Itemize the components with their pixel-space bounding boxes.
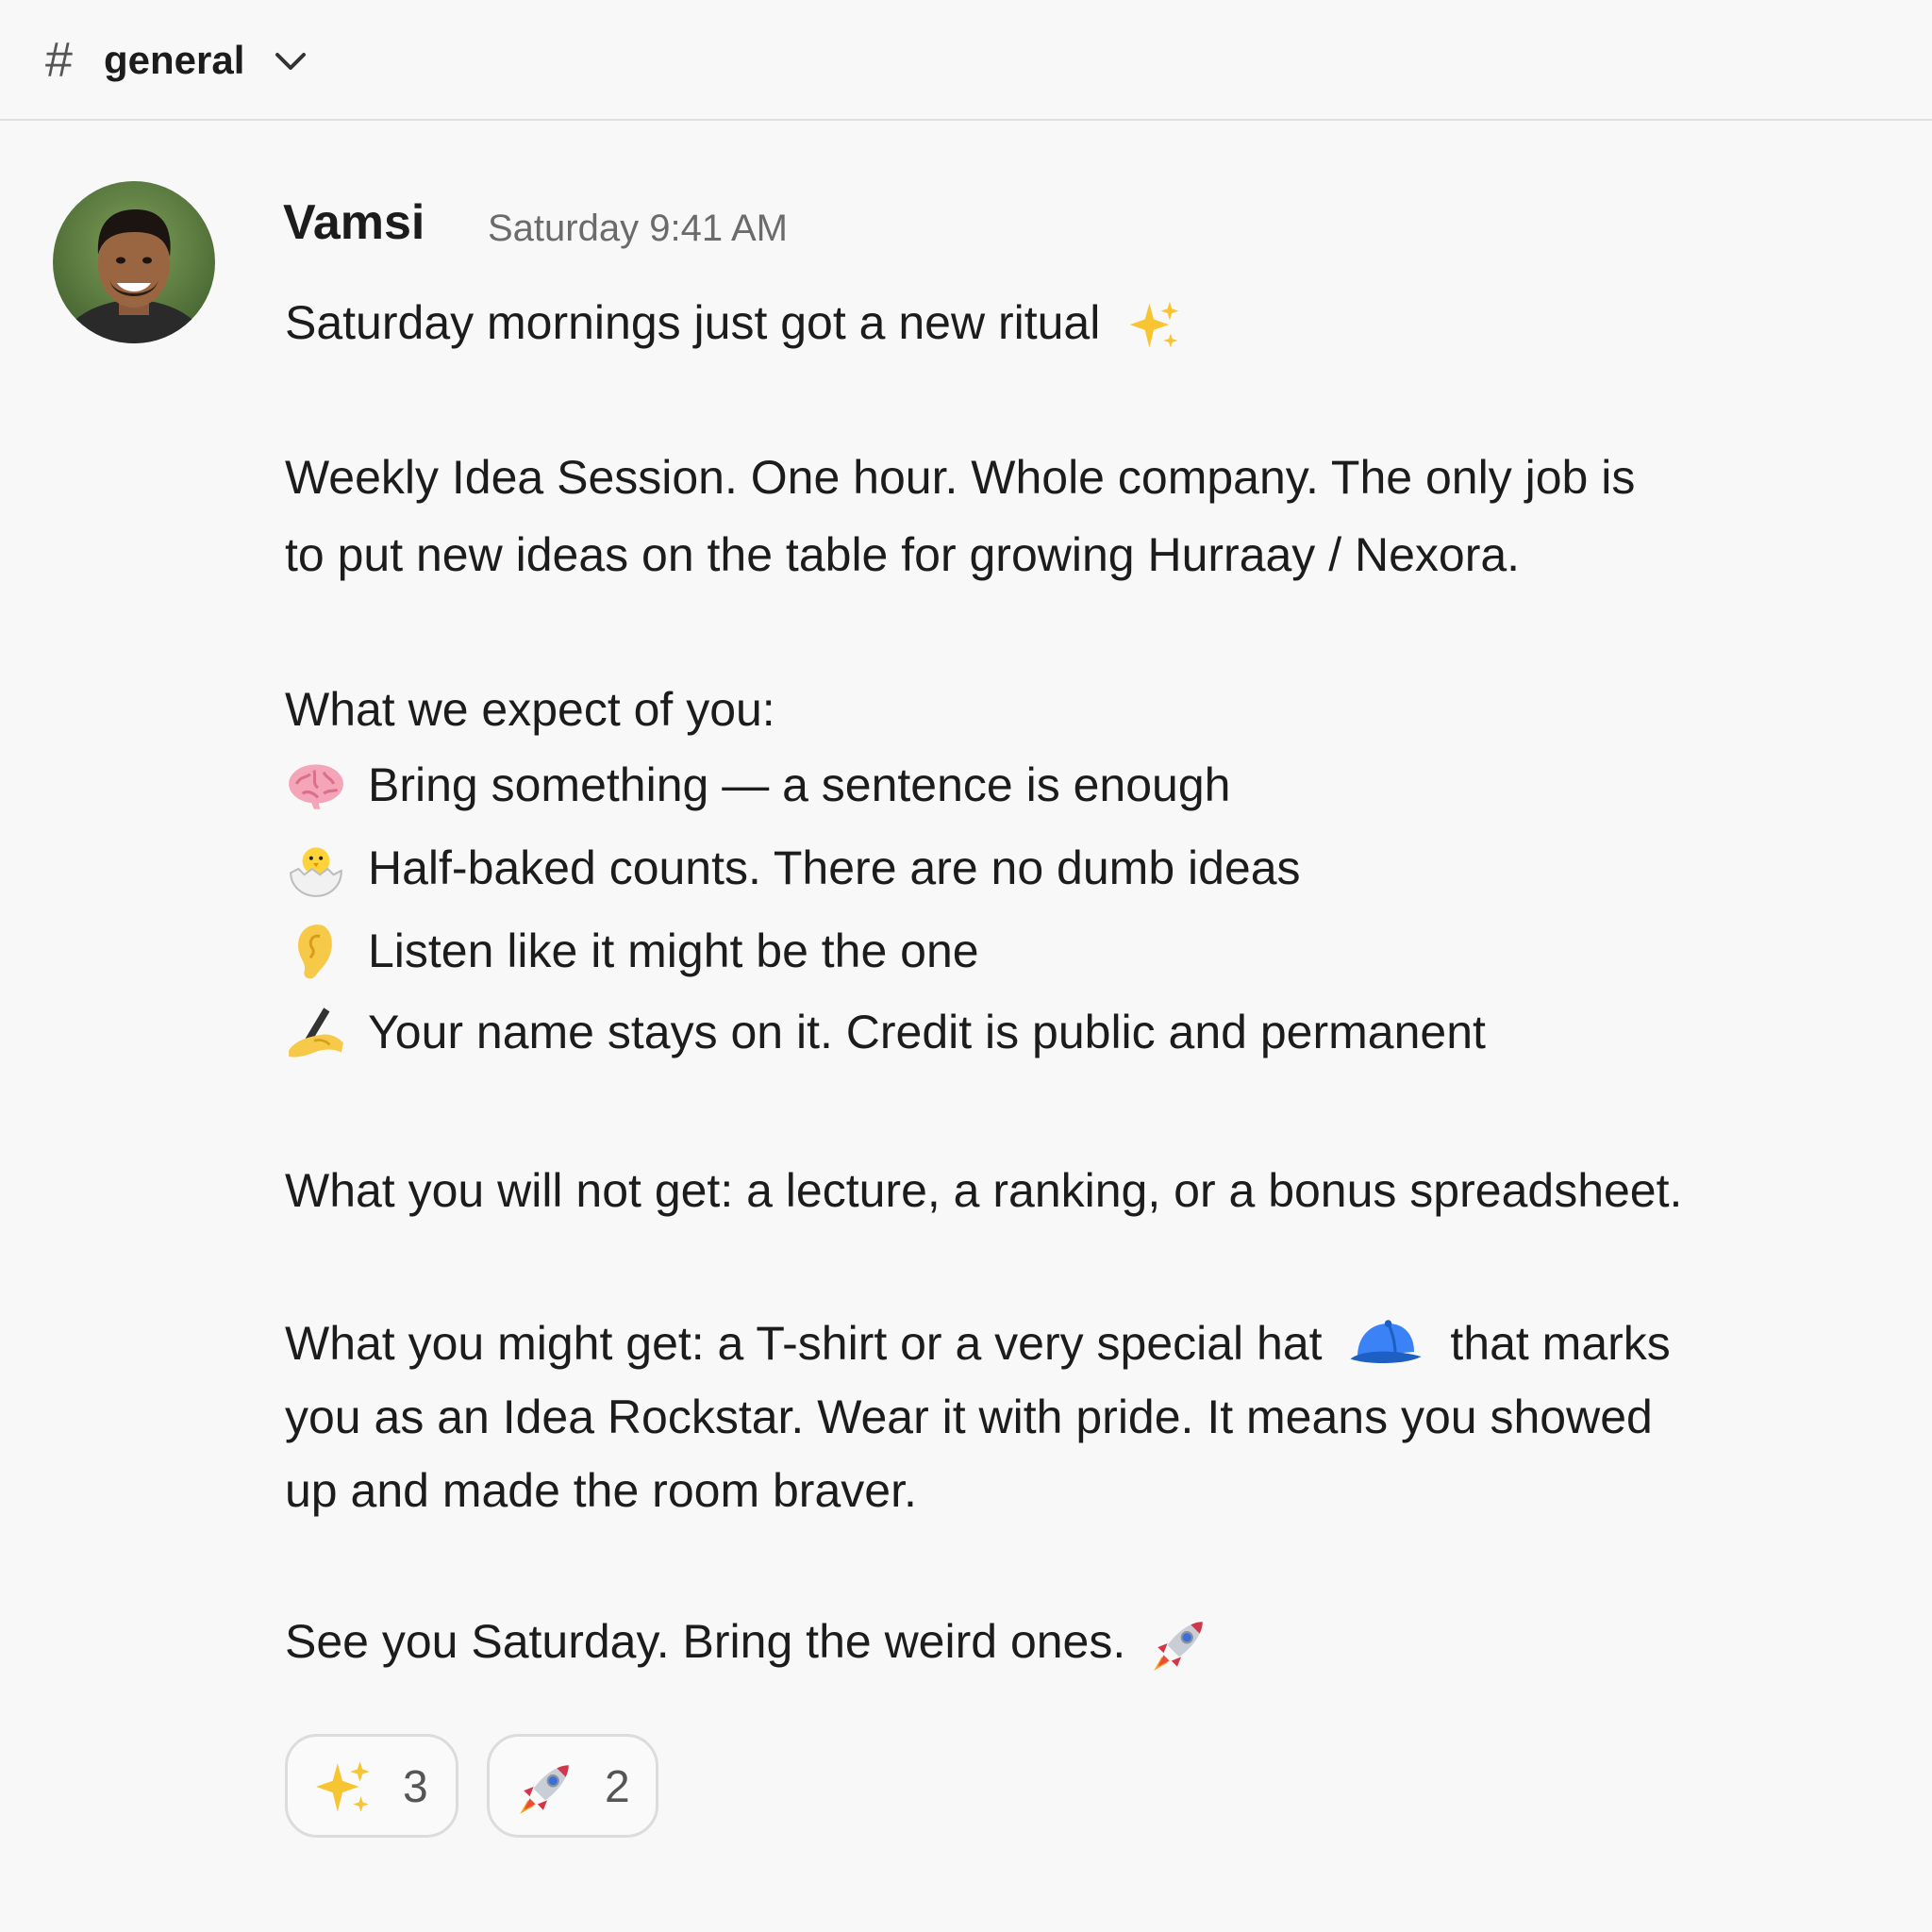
message-not-get: What you will not get: a lecture, a rank…	[285, 1164, 1683, 1217]
channel-header: # general	[0, 0, 1932, 121]
ear-icon	[283, 921, 349, 983]
message-closing: See you Saturday. Bring the weird ones.	[285, 1615, 1126, 1668]
message-timestamp[interactable]: Saturday 9:41 AM	[488, 202, 788, 255]
message-intro: Saturday mornings just got a new ritual	[285, 296, 1101, 349]
message-author[interactable]: Vamsi	[283, 192, 425, 253]
expect-heading: What we expect of you:	[285, 683, 775, 736]
channel-name[interactable]: general	[104, 32, 244, 89]
list-item-text: Bring something — a sentence is enough	[368, 758, 1231, 811]
message-para1-line2: to put new ideas on the table for growin…	[285, 528, 1521, 581]
might-get-text-b: that marks	[1450, 1317, 1671, 1370]
list-item-text: Your name stays on it. Credit is public …	[368, 1006, 1486, 1058]
list-item: Half-baked counts. There are no dumb ide…	[283, 838, 1932, 900]
sparkles-icon	[312, 1757, 375, 1820]
hatching-chick-icon	[283, 838, 349, 900]
reaction-sparkles[interactable]: 3	[285, 1734, 458, 1838]
list-item: Your name stays on it. Credit is public …	[283, 1002, 1932, 1064]
chevron-down-icon[interactable]	[272, 47, 309, 75]
message-might-get-line1: What you might get: a T-shirt or a very …	[285, 1315, 1671, 1375]
list-item: Listen like it might be the one	[283, 921, 1932, 983]
list-item-text: Listen like it might be the one	[368, 924, 979, 977]
list-item-text: Half-baked counts. There are no dumb ide…	[368, 841, 1301, 894]
sparkles-icon	[1126, 298, 1183, 355]
reaction-count: 3	[403, 1762, 428, 1812]
message-closing-line: See you Saturday. Bring the weird ones.	[285, 1613, 1210, 1676]
rocket-icon	[514, 1757, 576, 1820]
hash-icon: #	[45, 33, 73, 88]
message-intro-line: Saturday mornings just got a new ritual	[285, 294, 1183, 355]
avatar[interactable]	[53, 181, 215, 343]
rocket-icon	[1148, 1614, 1210, 1676]
brain-icon	[283, 755, 349, 817]
writing-hand-icon	[283, 1002, 349, 1064]
cap-icon	[1349, 1318, 1424, 1365]
message-might-get-line2: you as an Idea Rockstar. Wear it with pr…	[285, 1391, 1653, 1443]
reaction-count: 2	[605, 1762, 630, 1812]
message-para1-line1: Weekly Idea Session. One hour. Whole com…	[285, 451, 1636, 504]
message-might-get-line3: up and made the room braver.	[285, 1464, 917, 1517]
avatar-image	[53, 181, 215, 343]
might-get-text-a: What you might get: a T-shirt or a very …	[285, 1317, 1323, 1370]
reaction-rocket[interactable]: 2	[487, 1734, 658, 1838]
list-item: Bring something — a sentence is enough	[283, 755, 1932, 817]
